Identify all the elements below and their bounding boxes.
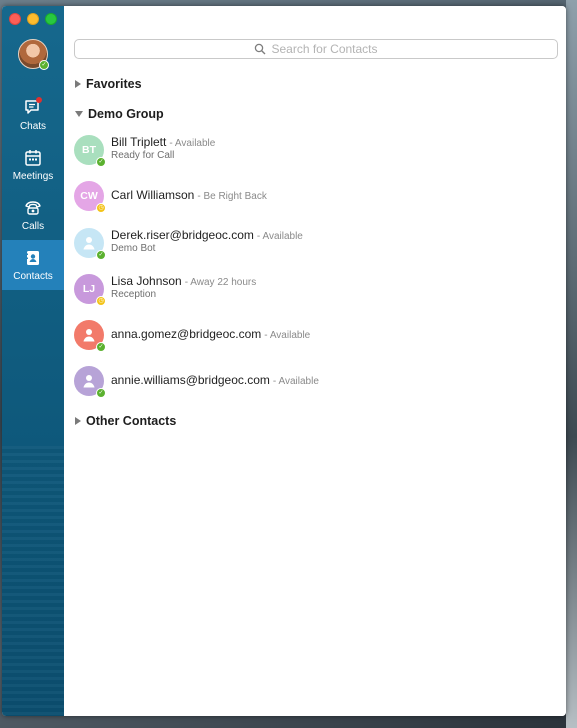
presence-away-icon: ◷: [96, 296, 106, 306]
collapsed-arrow-icon: [75, 417, 81, 425]
presence-available-icon: ✓: [96, 342, 106, 352]
sidebar-background-pattern: [2, 446, 64, 716]
group-other-label: Other Contacts: [86, 414, 177, 428]
contact-name-line: Bill Triplett - Available: [111, 135, 215, 149]
phone-icon: [23, 198, 43, 218]
contact-name: anna.gomez@bridgeoc.com: [111, 327, 262, 341]
contact-name-line: Carl Williamson - Be Right Back: [111, 188, 267, 202]
group-other-contacts[interactable]: Other Contacts: [75, 414, 176, 428]
contact-avatar: CW ◷: [74, 181, 106, 213]
presence-available-icon: ✓: [96, 157, 106, 167]
contact-row[interactable]: ✓ Derek.riser@bridgeoc.com - Available De…: [74, 228, 554, 268]
contact-avatar: ✓: [74, 320, 106, 352]
calendar-icon: [23, 148, 43, 168]
close-window-button[interactable]: [9, 13, 21, 25]
unread-badge: [36, 97, 42, 103]
contact-avatar: LJ ◷: [74, 274, 106, 306]
window-controls: [9, 13, 57, 25]
nav-chats[interactable]: Chats: [2, 90, 64, 140]
nav-chats-label: Chats: [19, 121, 47, 132]
contact-status: - Available: [264, 330, 311, 341]
avatar-initials: CW: [80, 190, 98, 202]
contact-name: Carl Williamson: [111, 188, 195, 202]
contact-note: Ready for Call: [111, 150, 175, 161]
contact-row[interactable]: CW ◷ Carl Williamson - Be Right Back: [74, 181, 554, 221]
contact-name-line: anna.gomez@bridgeoc.com - Available: [111, 327, 310, 341]
address-book-icon: [23, 248, 43, 268]
contact-status: - Available: [272, 376, 319, 387]
avatar-initials: BT: [82, 144, 96, 156]
nav-contacts-label: Contacts: [13, 271, 53, 282]
nav-meetings[interactable]: Meetings: [2, 140, 64, 190]
contact-name: annie.williams@bridgeoc.com: [111, 373, 270, 387]
contact-name: Bill Triplett: [111, 135, 167, 149]
group-demo-label: Demo Group: [88, 107, 164, 121]
contact-status: - Available: [169, 138, 216, 149]
contact-name: Derek.riser@bridgeoc.com: [111, 228, 254, 242]
presence-available-icon: ✓: [96, 388, 106, 398]
app-window: ✓ Chats Meetings Calls Contacts Search f…: [2, 6, 566, 716]
user-status-indicator: ✓: [39, 60, 49, 70]
contact-avatar: ✓: [74, 366, 106, 398]
minimize-window-button[interactable]: [27, 13, 39, 25]
nav-meetings-label: Meetings: [12, 171, 54, 182]
group-favorites-label: Favorites: [86, 77, 142, 91]
search-icon: [254, 43, 266, 55]
expanded-arrow-icon: [75, 111, 83, 117]
maximize-window-button[interactable]: [45, 13, 57, 25]
contact-row[interactable]: LJ ◷ Lisa Johnson - Away 22 hours Recepti…: [74, 274, 554, 314]
contact-name-line: Derek.riser@bridgeoc.com - Available: [111, 228, 303, 242]
presence-away-icon: ◷: [96, 203, 106, 213]
search-placeholder: Search for Contacts: [271, 42, 378, 56]
contact-status: - Available: [256, 231, 303, 242]
contact-name-line: Lisa Johnson - Away 22 hours: [111, 274, 256, 288]
contact-row[interactable]: ✓ anna.gomez@bridgeoc.com - Available: [74, 320, 554, 360]
contact-name-line: annie.williams@bridgeoc.com - Available: [111, 373, 319, 387]
contact-status: - Be Right Back: [197, 191, 267, 202]
group-demo[interactable]: Demo Group: [75, 107, 164, 121]
search-field[interactable]: Search for Contacts: [74, 39, 558, 59]
contact-avatar: ✓: [74, 228, 106, 260]
presence-available-icon: ✓: [96, 250, 106, 260]
contact-name: Lisa Johnson: [111, 274, 182, 288]
sidebar: ✓ Chats Meetings Calls Contacts: [2, 6, 64, 716]
contacts-panel: Search for Contacts Favorites Demo Group…: [64, 6, 566, 716]
contact-row[interactable]: BT ✓ Bill Triplett - Available Ready for …: [74, 135, 554, 175]
person-icon: [83, 329, 95, 342]
chat-icon: [23, 97, 43, 118]
nav-calls-label: Calls: [21, 221, 45, 232]
nav-calls[interactable]: Calls: [2, 190, 64, 240]
contact-note: Demo Bot: [111, 243, 156, 254]
contact-row[interactable]: ✓ annie.williams@bridgeoc.com - Available: [74, 366, 554, 406]
contact-status: - Away 22 hours: [184, 277, 257, 288]
group-favorites[interactable]: Favorites: [75, 77, 142, 91]
collapsed-arrow-icon: [75, 80, 81, 88]
person-icon: [83, 237, 95, 250]
desktop-background: [566, 0, 577, 728]
nav-contacts[interactable]: Contacts: [2, 240, 64, 290]
avatar-initials: LJ: [82, 283, 96, 295]
person-icon: [83, 375, 95, 388]
contact-note: Reception: [111, 289, 157, 300]
contact-avatar: BT ✓: [74, 135, 106, 167]
